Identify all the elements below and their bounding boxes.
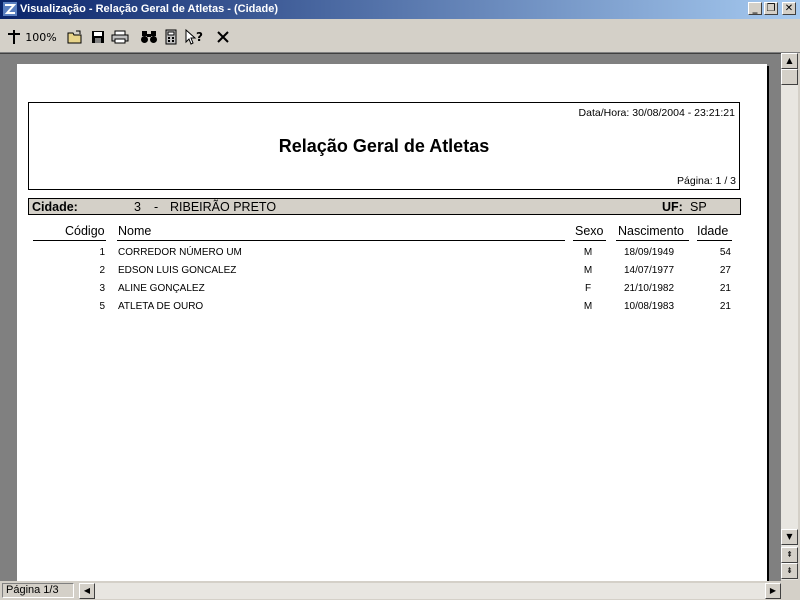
cell-idade: 21 xyxy=(719,283,731,294)
uf-label: UF: xyxy=(662,200,683,214)
toolbar: 100% ? xyxy=(0,20,800,53)
cell-nome: EDSON LUIS GONCALEZ xyxy=(118,265,237,276)
next-page-button[interactable]: ⇟ xyxy=(781,563,798,579)
report-title: Relação Geral de Atletas xyxy=(278,136,490,156)
scroll-right-button[interactable]: ▶ xyxy=(765,583,781,599)
app-icon xyxy=(3,2,17,16)
calculator-icon xyxy=(165,29,177,45)
city-label: Cidade: xyxy=(32,200,78,214)
column-header-idade: Idade xyxy=(697,224,729,238)
help-pointer-icon: ? xyxy=(185,29,203,45)
title-bar: Visualização - Relação Geral de Atletas … xyxy=(0,0,800,19)
report-viewport[interactable]: Data/Hora: 30/08/2004 - 23:21:21 Relação… xyxy=(0,53,781,581)
cell-sexo: F xyxy=(584,283,592,294)
status-bar: Página 1/3 ◀ ▶ xyxy=(0,581,800,600)
cell-nascimento: 21/10/1982 xyxy=(623,283,675,294)
vertical-scrollbar[interactable]: ▲ ▼ ⇞ ⇟ xyxy=(781,53,798,580)
minimize-button[interactable]: _ xyxy=(748,2,762,15)
exit-button[interactable] xyxy=(214,28,232,46)
cell-codigo: 1 xyxy=(99,247,105,258)
cell-nascimento: 10/08/1983 xyxy=(623,301,675,312)
city-name: RIBEIRÃO PRETO xyxy=(170,200,277,214)
binoculars-icon xyxy=(141,31,157,43)
cell-codigo: 3 xyxy=(99,283,105,294)
close-x-icon xyxy=(217,31,229,43)
restore-button[interactable]: ❐ xyxy=(764,2,778,15)
city-code: 3 xyxy=(134,200,141,214)
scroll-up-button[interactable]: ▲ xyxy=(781,53,798,69)
report-page-number: Página: 1 / 3 xyxy=(677,175,736,187)
zoom-tool-button[interactable] xyxy=(6,28,22,46)
header-underline-nascimento xyxy=(616,240,689,241)
report-page: Data/Hora: 30/08/2004 - 23:21:21 Relação… xyxy=(17,64,767,581)
horizontal-scrollbar[interactable]: ◀ ▶ xyxy=(79,583,781,599)
help-button[interactable]: ? xyxy=(183,28,205,46)
cell-nome: ATLETA DE OURO xyxy=(118,301,204,312)
header-underline-nome xyxy=(117,240,565,241)
city-group-bar: Cidade: 3 - RIBEIRÃO PRETO UF: SP xyxy=(28,198,741,215)
zoom-level-button[interactable]: 100% xyxy=(25,28,57,46)
scroll-down-button[interactable]: ▼ xyxy=(781,529,798,545)
close-button[interactable]: ✕ xyxy=(782,2,796,15)
scroll-left-button[interactable]: ◀ xyxy=(79,583,95,599)
cell-sexo: M xyxy=(583,247,593,258)
zoom-cross-icon xyxy=(8,30,20,44)
calculator-button[interactable] xyxy=(163,28,179,46)
cell-sexo: M xyxy=(583,301,593,312)
cell-nome: ALINE GONÇALEZ xyxy=(118,283,205,294)
open-folder-icon xyxy=(67,30,82,44)
cell-nascimento: 14/07/1977 xyxy=(623,265,675,276)
cell-nome: CORREDOR NÚMERO UM xyxy=(118,247,242,258)
cell-idade: 21 xyxy=(719,301,731,312)
header-underline-idade xyxy=(697,240,732,241)
status-page-text: Página 1/3 xyxy=(2,583,74,598)
open-button[interactable] xyxy=(66,28,84,46)
save-button[interactable] xyxy=(89,28,107,46)
report-header: Data/Hora: 30/08/2004 - 23:21:21 Relação… xyxy=(28,102,740,190)
column-header-sexo: Sexo xyxy=(575,224,604,238)
svg-text:?: ? xyxy=(196,30,203,44)
column-header-nome: Nome xyxy=(118,224,152,238)
cell-codigo: 2 xyxy=(99,265,105,276)
uf-value: SP xyxy=(690,200,707,214)
column-header-nascimento: Nascimento xyxy=(618,224,684,238)
previous-page-button[interactable]: ⇞ xyxy=(781,547,798,563)
vertical-scroll-thumb[interactable] xyxy=(781,69,798,85)
header-underline-sexo xyxy=(573,240,606,241)
window-title: Visualização - Relação Geral de Atletas … xyxy=(20,3,278,15)
cell-sexo: M xyxy=(583,265,593,276)
print-button[interactable] xyxy=(110,28,130,46)
report-datetime: Data/Hora: 30/08/2004 - 23:21:21 xyxy=(578,107,735,119)
column-header-codigo: Código xyxy=(65,224,105,238)
printer-icon xyxy=(111,30,129,44)
find-button[interactable] xyxy=(139,28,159,46)
city-separator: - xyxy=(154,200,159,214)
save-disk-icon xyxy=(92,31,104,43)
header-underline-codigo xyxy=(33,240,106,241)
cell-nascimento: 18/09/1949 xyxy=(623,247,675,258)
cell-codigo: 5 xyxy=(99,301,105,312)
cell-idade: 54 xyxy=(719,247,731,258)
cell-idade: 27 xyxy=(719,265,731,276)
